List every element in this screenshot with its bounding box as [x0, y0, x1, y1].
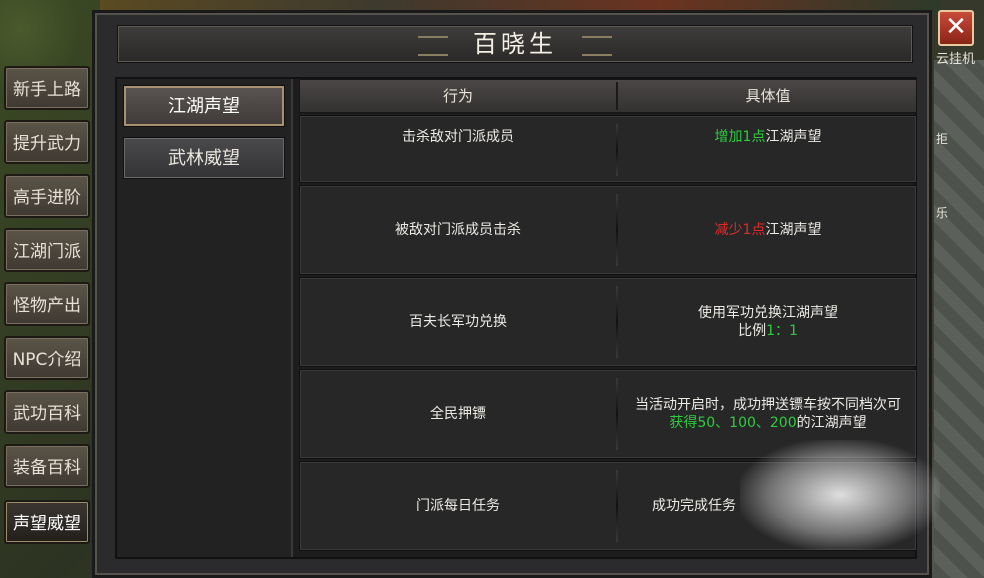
- row-action: 百夫长军功兑换: [409, 314, 507, 330]
- table-header: 行为 具体值: [299, 79, 917, 113]
- side-tab-advanced[interactable]: 高手进阶: [4, 174, 90, 218]
- row-value: 使用军功兑换江湖声望 比例1：1: [618, 278, 918, 366]
- row-action: 被敌对门派成员击杀: [395, 222, 521, 238]
- table-row: 百夫长军功兑换 使用军功兑换江湖声望 比例1：1: [299, 277, 917, 367]
- row-value: 减少1点 江湖声望: [618, 186, 918, 274]
- window-title: 百晓生: [473, 30, 557, 58]
- sub-tab-wulin-prestige[interactable]: 武林威望: [123, 137, 285, 179]
- side-tab-reputation[interactable]: 声望威望: [4, 500, 90, 544]
- close-icon[interactable]: ✕: [938, 10, 974, 46]
- side-tab-sects[interactable]: 江湖门派: [4, 228, 90, 272]
- row-action: 门派每日任务: [416, 498, 500, 514]
- hud-label-auto[interactable]: 云挂机: [936, 48, 984, 67]
- value-line: 使用军功兑换江湖声望: [698, 305, 838, 321]
- value-line: 当活动开启时，成功押送镖车按不同档次可: [635, 397, 901, 413]
- sub-tab-jianghu-reputation[interactable]: 江湖声望: [123, 85, 285, 127]
- hud-label-low: 乐: [936, 206, 949, 220]
- header-value: 具体值: [745, 87, 791, 105]
- side-tab-beginner[interactable]: 新手上路: [4, 66, 90, 110]
- side-tab-npc[interactable]: NPC介绍: [4, 336, 90, 380]
- value-prefix: 比例: [738, 323, 767, 339]
- value-highlight: 获得50、100、200: [669, 415, 797, 431]
- side-tab-improve-power[interactable]: 提升武力: [4, 120, 90, 164]
- value-text: 江湖声望: [765, 129, 822, 145]
- side-tab-martial-arts[interactable]: 武功百科: [4, 390, 90, 434]
- watermark-glow: [740, 440, 940, 550]
- value-text: 的江湖声望: [796, 415, 867, 431]
- header-action: 行为: [442, 87, 473, 105]
- row-action: 击杀敌对门派成员: [402, 129, 514, 145]
- value-highlight: 减少1点: [714, 222, 766, 238]
- table-row: 击杀敌对门派成员 增加1点 江湖声望: [299, 115, 917, 183]
- side-tab-monster-drops[interactable]: 怪物产出: [4, 282, 90, 326]
- side-tab-equipment[interactable]: 装备百科: [4, 444, 90, 488]
- value-highlight: 1：1: [766, 323, 798, 339]
- row-value: 增加1点 江湖声望: [618, 116, 918, 182]
- value-highlight: 增加1点: [714, 129, 766, 145]
- sub-tab-column: 江湖声望 武林威望: [117, 79, 293, 557]
- title-bar: 百晓生: [117, 25, 913, 63]
- hud-label-mid: 拒: [936, 132, 949, 146]
- row-action: 全民押镖: [430, 406, 486, 422]
- value-text: 江湖声望: [765, 222, 822, 238]
- table-row: 被敌对门派成员击杀 减少1点 江湖声望: [299, 185, 917, 275]
